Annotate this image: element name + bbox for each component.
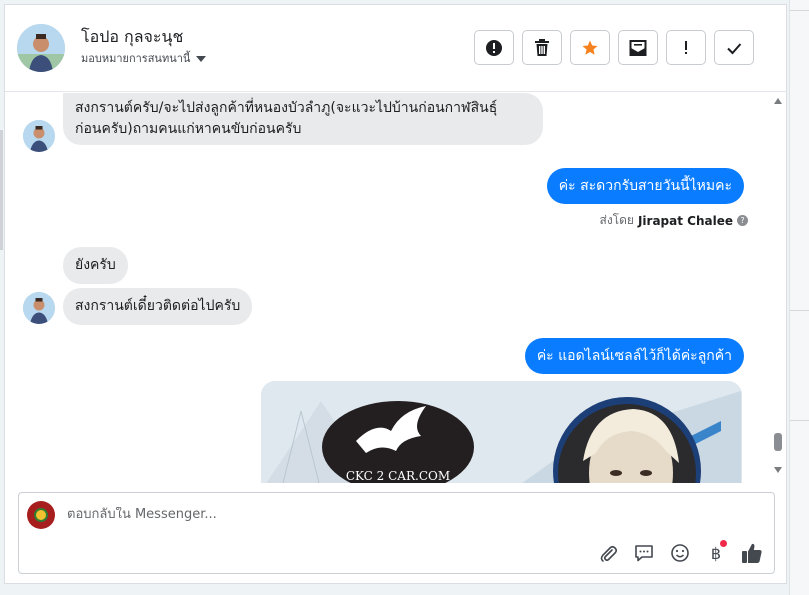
attach-button[interactable] bbox=[596, 541, 620, 565]
header-actions bbox=[474, 30, 754, 65]
scroll-down-arrow[interactable] bbox=[774, 467, 782, 473]
contact-avatar[interactable] bbox=[17, 24, 65, 72]
saved-replies-button[interactable] bbox=[632, 541, 656, 565]
incoming-message[interactable]: ยังครับ bbox=[63, 247, 128, 284]
star-icon bbox=[582, 40, 598, 55]
contact-avatar-small[interactable] bbox=[23, 292, 55, 324]
baht-icon: ฿ bbox=[710, 543, 722, 563]
message-line: สงกรานต์ครับ/จะไปส่งลูกค้าที่หนองบัวลำภู… bbox=[75, 100, 498, 116]
emoji-icon bbox=[671, 544, 689, 562]
reply-composer: ฿ bbox=[18, 492, 775, 574]
outgoing-image-message[interactable]: CKC 2 CAR.COM bbox=[261, 381, 742, 483]
contact-avatar-small[interactable] bbox=[23, 120, 55, 152]
page-avatar bbox=[27, 501, 55, 529]
assign-conversation-dropdown[interactable]: มอบหมายการสนทนานี้ bbox=[81, 49, 207, 67]
notification-dot bbox=[720, 540, 727, 547]
outgoing-message[interactable]: ค่ะ แอดไลน์เซลล์ไว้ก็ได้ค่ะลูกค้า bbox=[524, 338, 744, 374]
like-button[interactable] bbox=[740, 541, 764, 565]
alert-circle-icon bbox=[486, 39, 502, 56]
trash-icon bbox=[535, 38, 549, 56]
outgoing-message[interactable]: ค่ะ สะดวกรับสายวันนี้ไหมคะ bbox=[546, 168, 744, 204]
scroll-up-arrow[interactable] bbox=[774, 98, 782, 104]
conversation-panel: โอปอ กุลจะนุช มอบหมายการสนทนานี้ สงกรานต… bbox=[4, 4, 787, 584]
envelope-icon bbox=[629, 39, 647, 56]
sender-name: Jirapat Chalee bbox=[637, 213, 733, 228]
delete-button[interactable] bbox=[522, 30, 562, 65]
done-button[interactable] bbox=[714, 30, 754, 65]
contact-name[interactable]: โอปอ กุลจะนุช bbox=[81, 25, 183, 50]
left-panel-edge bbox=[0, 130, 3, 250]
star-button[interactable] bbox=[570, 30, 610, 65]
assign-label: มอบหมายการสนทนานี้ bbox=[81, 52, 191, 65]
follow-up-button[interactable] bbox=[666, 30, 706, 65]
composer-tools: ฿ bbox=[596, 540, 764, 565]
exclamation-icon bbox=[685, 40, 687, 54]
emoji-button[interactable] bbox=[668, 541, 692, 565]
logo-text: CKC 2 CAR.COM bbox=[345, 469, 451, 483]
paperclip-icon bbox=[600, 545, 618, 562]
check-icon bbox=[727, 42, 742, 54]
sent-by-label: ส่งโดย Jirapat Chalee ? bbox=[599, 211, 748, 230]
sent-by-prefix: ส่งโดย bbox=[599, 213, 634, 227]
mark-unread-button[interactable] bbox=[618, 30, 658, 65]
reply-input[interactable] bbox=[67, 507, 687, 522]
message-line: ก่อนครับ)ถามคนแก่หาคนขับก่อนครับ bbox=[75, 121, 302, 137]
incoming-message[interactable]: สงกรานต์เดี๋ยวติดต่อไปครับ bbox=[63, 288, 253, 325]
right-panel-edge bbox=[789, 0, 809, 595]
caret-down-icon bbox=[196, 56, 207, 62]
message-list: สงกรานต์ครับ/จะไปส่งลูกค้าที่หนองบัวลำภู… bbox=[5, 93, 786, 483]
question-icon[interactable]: ? bbox=[737, 215, 748, 226]
scrollbar-thumb[interactable] bbox=[774, 433, 782, 451]
report-spam-button[interactable] bbox=[474, 30, 514, 65]
like-icon bbox=[742, 543, 762, 563]
incoming-message[interactable]: สงกรานต์ครับ/จะไปส่งลูกค้าที่หนองบัวลำภู… bbox=[63, 93, 543, 145]
payment-button[interactable]: ฿ bbox=[704, 540, 728, 565]
saved-reply-icon bbox=[635, 545, 653, 562]
conversation-header: โอปอ กุลจะนุช มอบหมายการสนทนานี้ bbox=[5, 5, 786, 92]
